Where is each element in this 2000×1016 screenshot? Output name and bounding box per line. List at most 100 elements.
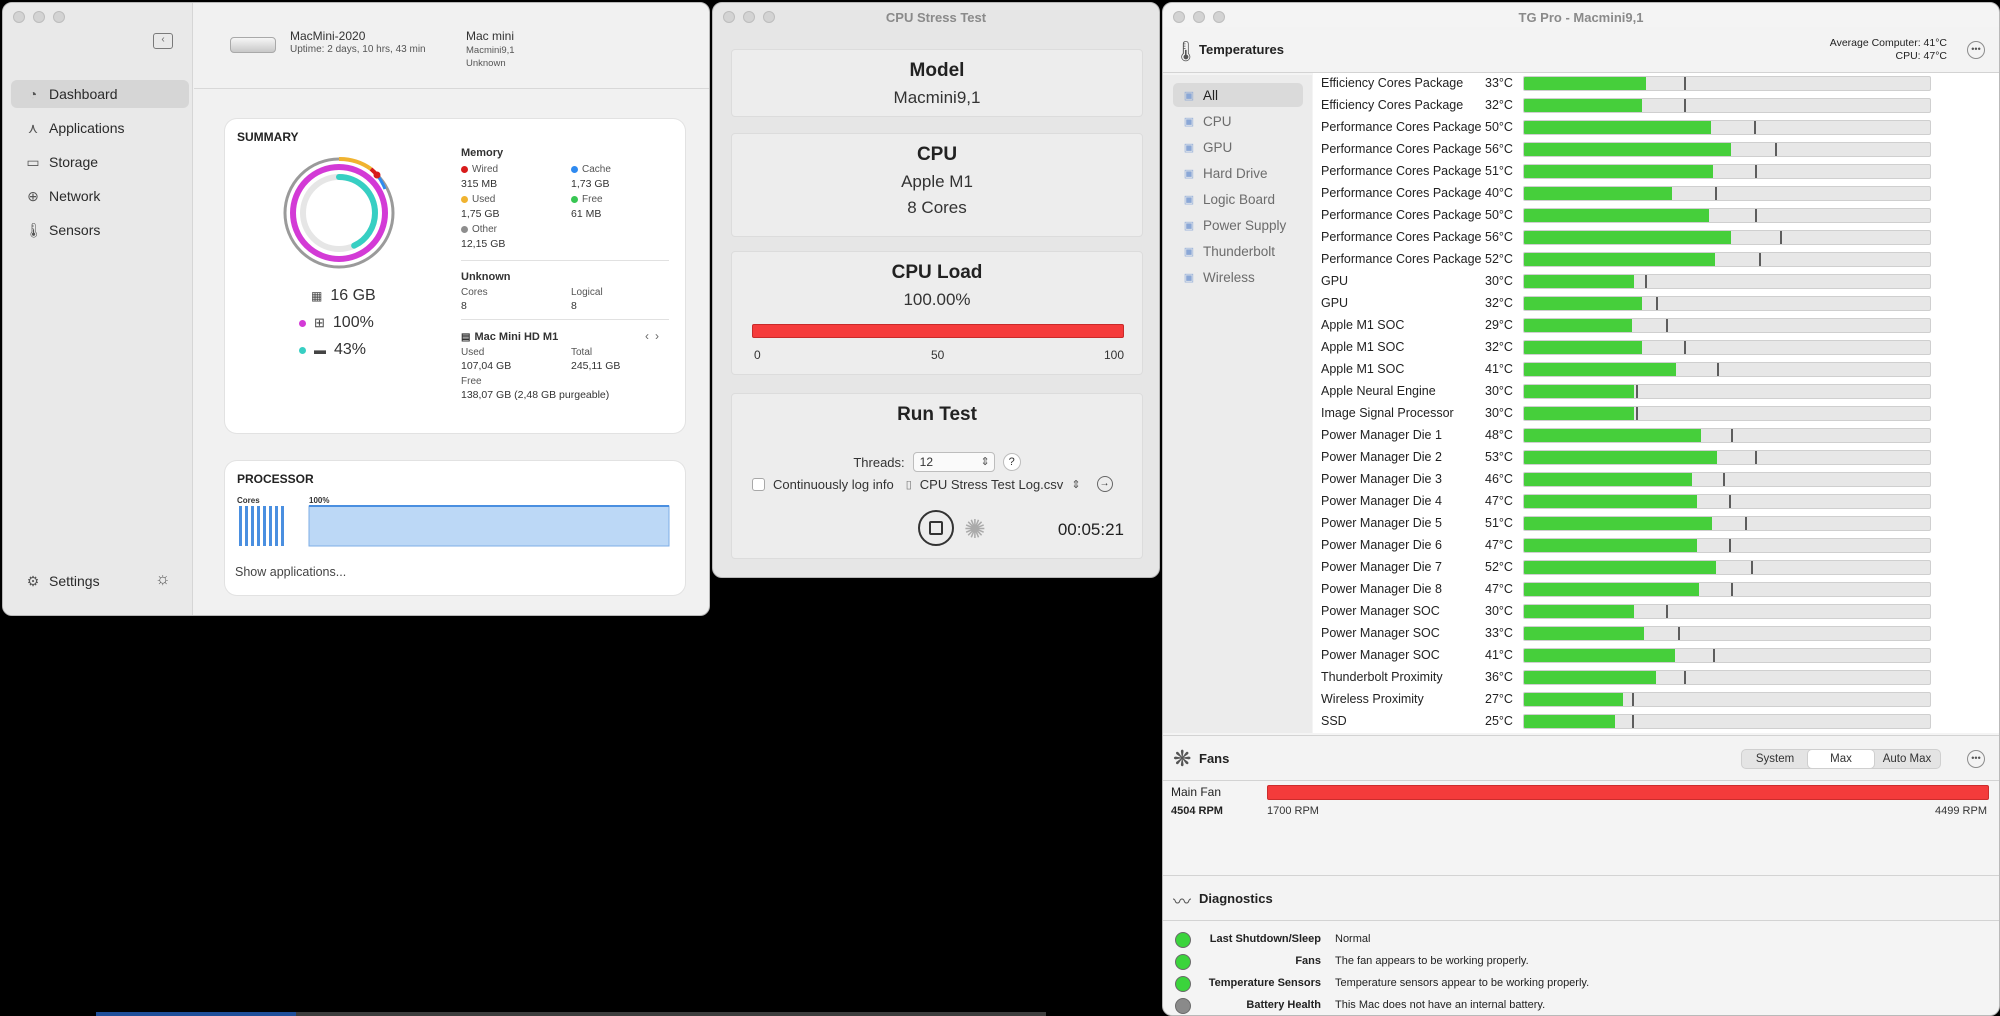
log-file-select[interactable]: CPU Stress Test Log.csv (920, 477, 1064, 492)
sensor-row[interactable]: Performance Cores Package 51°C (1313, 161, 1999, 183)
sidebar-item-dashboard[interactable]: ◔ Dashboard (11, 80, 189, 108)
sensor-value: 56°C (1485, 142, 1513, 156)
sensor-name: Performance Cores Package (1321, 186, 1482, 200)
disk-used-value: 107,04 GB (461, 360, 512, 372)
sensor-bar (1523, 406, 1931, 421)
sensor-row[interactable]: Performance Cores Package 56°C (1313, 227, 1999, 249)
sensor-row[interactable]: GPU 30°C (1313, 271, 1999, 293)
sensor-row[interactable]: Efficiency Cores Package 33°C (1313, 73, 1999, 95)
sensor-row[interactable]: Power Manager Die 4 47°C (1313, 491, 1999, 513)
sensor-row[interactable]: GPU 32°C (1313, 293, 1999, 315)
processor-card: PROCESSOR Cores 100% Show applications..… (225, 461, 685, 595)
fan-mode-max[interactable]: Max (1808, 750, 1874, 768)
sensor-max-marker (1755, 209, 1758, 222)
sensor-bar (1523, 362, 1931, 377)
sensor-bar (1523, 692, 1931, 707)
zoom-button[interactable] (53, 11, 65, 23)
sensor-row[interactable]: Performance Cores Package 52°C (1313, 249, 1999, 271)
sensor-bar (1523, 494, 1931, 509)
category-thunderbolt[interactable]: ▣ Thunderbolt (1173, 239, 1303, 263)
category-wireless[interactable]: ▣ Wireless (1173, 265, 1303, 289)
device-name: MacMini-2020 (290, 29, 366, 43)
sensor-row[interactable]: SSD 25°C (1313, 711, 1999, 733)
sensor-row[interactable]: Apple Neural Engine 30°C (1313, 381, 1999, 403)
show-applications-link[interactable]: Show applications... (235, 565, 346, 579)
sensor-bar (1523, 296, 1931, 311)
tick-label: 100 (1104, 348, 1125, 362)
chevron-updown-icon[interactable]: ⇕ (1071, 478, 1080, 491)
sensor-row[interactable]: Power Manager Die 1 48°C (1313, 425, 1999, 447)
sensor-row[interactable]: Performance Cores Package 56°C (1313, 139, 1999, 161)
grid-icon: ▣ (1183, 89, 1195, 102)
sidebar-item-storage[interactable]: ▭ Storage (11, 148, 189, 176)
pulse-icon: 〰 (1173, 892, 1191, 912)
threads-stepper[interactable]: 12 (912, 452, 995, 472)
sensor-row[interactable]: Wireless Proximity 27°C (1313, 689, 1999, 711)
sensor-row[interactable]: Thunderbolt Proximity 36°C (1313, 667, 1999, 689)
more-icon[interactable]: ••• (1967, 41, 1985, 59)
sensor-row[interactable]: Image Signal Processor 30°C (1313, 403, 1999, 425)
disk-nav-arrows[interactable]: ‹› (645, 329, 665, 343)
sensor-row[interactable]: Power Manager SOC 41°C (1313, 645, 1999, 667)
category-gpu[interactable]: ▣ GPU (1173, 135, 1303, 159)
category-hard-drive[interactable]: ▣ Hard Drive (1173, 161, 1303, 185)
sensor-row[interactable]: Apple M1 SOC 32°C (1313, 337, 1999, 359)
sensor-row[interactable]: Performance Cores Package 40°C (1313, 183, 1999, 205)
category-power-supply[interactable]: ▣ Power Supply (1173, 213, 1303, 237)
sensor-bar (1523, 604, 1931, 619)
logical-value: 8 (571, 300, 577, 312)
sensor-max-marker (1731, 429, 1734, 442)
sensor-row[interactable]: Power Manager SOC 30°C (1313, 601, 1999, 623)
spinner-icon: ✺ (964, 514, 986, 544)
sensor-name: Performance Cores Package (1321, 208, 1482, 222)
category-cpu[interactable]: ▣ CPU (1173, 109, 1303, 133)
free-label: Free (571, 194, 603, 205)
sensor-bar-fill (1524, 319, 1632, 332)
sensor-row[interactable]: Efficiency Cores Package 32°C (1313, 95, 1999, 117)
sidebar-item-sensors[interactable]: 🌡 Sensors (11, 216, 189, 244)
sensor-row[interactable]: Apple M1 SOC 29°C (1313, 315, 1999, 337)
reveal-file-icon[interactable]: → (1096, 476, 1113, 492)
appearance-icon[interactable]: ☼ (155, 569, 171, 589)
sensor-row[interactable]: Power Manager Die 7 52°C (1313, 557, 1999, 579)
sensor-row[interactable]: Power Manager SOC 33°C (1313, 623, 1999, 645)
help-button[interactable]: ? (1002, 453, 1021, 471)
sensor-max-marker (1635, 385, 1638, 398)
sensor-max-marker (1684, 341, 1687, 354)
settings-button[interactable]: ⚙ Settings (11, 567, 131, 595)
sensor-row[interactable]: Power Manager Die 2 53°C (1313, 447, 1999, 469)
sensor-max-marker (1678, 627, 1681, 640)
sensor-row[interactable]: Power Manager Die 6 47°C (1313, 535, 1999, 557)
minimize-button[interactable] (33, 11, 45, 23)
sensor-name: Apple Neural Engine (1321, 384, 1436, 398)
sensor-value: 32°C (1485, 296, 1513, 310)
mac-mini-icon (230, 37, 276, 53)
disk-free-label: Free (461, 376, 482, 387)
sensor-row[interactable]: Apple M1 SOC 41°C (1313, 359, 1999, 381)
fan-mode-system[interactable]: System (1742, 750, 1808, 768)
sidebar-item-applications[interactable]: ⋏ Applications (11, 114, 189, 142)
sensor-value: 48°C (1485, 428, 1513, 442)
sidebar-toggle-icon[interactable]: ‹ (153, 33, 173, 49)
sensor-row[interactable]: Performance Cores Package 50°C (1313, 117, 1999, 139)
diagnostic-label: Temperature Sensors (1208, 977, 1321, 989)
sensor-row[interactable]: Performance Cores Package 50°C (1313, 205, 1999, 227)
sensor-bar-fill (1524, 187, 1673, 200)
sensor-row[interactable]: Power Manager Die 8 47°C (1313, 579, 1999, 601)
category-logic-board[interactable]: ▣ Logic Board (1173, 187, 1303, 211)
more-icon[interactable]: ••• (1967, 750, 1985, 768)
sensor-max-marker (1631, 715, 1634, 728)
log-checkbox[interactable] (752, 477, 765, 491)
sensor-name: Wireless Proximity (1321, 692, 1424, 706)
processor-title: PROCESSOR (237, 472, 314, 486)
sensor-value: 27°C (1485, 692, 1513, 706)
sensor-row[interactable]: Power Manager Die 3 46°C (1313, 469, 1999, 491)
fan-mode-auto-max[interactable]: Auto Max (1874, 750, 1940, 768)
close-button[interactable] (13, 11, 25, 23)
sensor-row[interactable]: Power Manager Die 5 51°C (1313, 513, 1999, 535)
sensor-bar (1523, 318, 1931, 333)
stop-button[interactable] (918, 510, 954, 546)
sensor-max-marker (1716, 363, 1719, 376)
sidebar-item-network[interactable]: ⊕ Network (11, 182, 189, 210)
category-all[interactable]: ▣ All (1173, 83, 1303, 107)
